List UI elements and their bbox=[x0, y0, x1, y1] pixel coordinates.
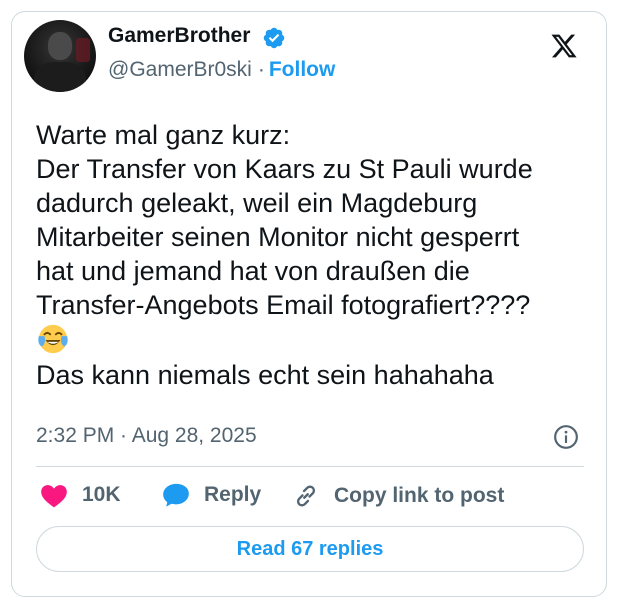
link-icon bbox=[296, 485, 316, 507]
tweet-line: dadurch geleakt, weil ein Magdeburg bbox=[36, 188, 478, 218]
tweet-line: Transfer-Angebots Email fotografiert???? bbox=[36, 290, 531, 320]
like-count: 10K bbox=[82, 483, 121, 506]
heart-icon bbox=[41, 485, 67, 508]
avatar[interactable] bbox=[24, 20, 96, 92]
tweet-line: Das kann niemals echt sein hahahaha bbox=[36, 360, 494, 390]
tweet-text: Warte mal ganz kurz: Der Transfer von Ka… bbox=[36, 118, 596, 392]
reply-button[interactable]: Reply bbox=[162, 482, 261, 508]
follow-button[interactable]: Follow bbox=[269, 58, 336, 81]
reply-label: Reply bbox=[204, 483, 262, 506]
tweet-line: hat und jemand hat von draußen die bbox=[36, 256, 470, 286]
copy-link-button[interactable]: Copy link to post bbox=[292, 482, 504, 510]
emoji-icon bbox=[38, 324, 68, 354]
author-handle[interactable]: @GamerBr0ski bbox=[108, 58, 252, 81]
separator-dot: · bbox=[257, 58, 265, 81]
copy-link-label: Copy link to post bbox=[334, 484, 505, 507]
tweet-emoji-line bbox=[36, 322, 596, 358]
divider bbox=[36, 466, 584, 467]
tweet-line: Der Transfer von Kaars zu St Pauli wurde bbox=[36, 154, 533, 184]
reply-bubble-icon bbox=[163, 483, 189, 507]
verified-badge-icon bbox=[263, 27, 285, 49]
like-button[interactable]: 10K bbox=[40, 482, 121, 508]
tweet-timestamp[interactable]: 2:32 PM · Aug 28, 2025 bbox=[36, 424, 257, 448]
x-logo-icon[interactable] bbox=[549, 32, 579, 60]
read-replies-button[interactable]: Read 67 replies bbox=[36, 526, 584, 572]
tweet-line: Warte mal ganz kurz: bbox=[36, 120, 291, 150]
author-handle-row: @GamerBr0ski · Follow bbox=[108, 58, 335, 82]
read-replies-label: Read 67 replies bbox=[236, 537, 384, 560]
info-icon[interactable] bbox=[553, 424, 579, 450]
tweet-line: Mitarbeiter seinen Monitor nicht gesperr… bbox=[36, 222, 520, 252]
author-display-name[interactable]: GamerBrother bbox=[108, 24, 250, 48]
